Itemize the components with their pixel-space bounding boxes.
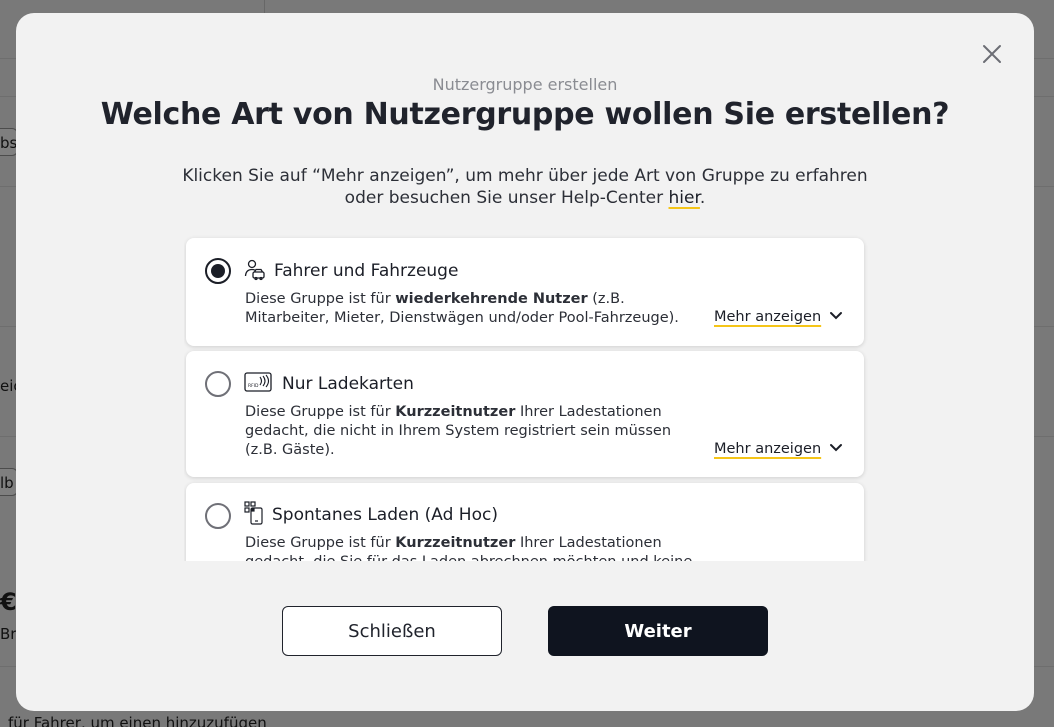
radio-unselected[interactable] xyxy=(205,371,231,397)
option-drivers-vehicles[interactable]: Fahrer und Fahrzeuge Diese Gruppe ist fü… xyxy=(186,238,864,346)
show-more-link[interactable]: Mehr anzeigen xyxy=(714,309,843,325)
close-icon[interactable] xyxy=(981,43,1003,65)
option-title: Nur Ladekarten xyxy=(282,374,414,394)
driver-car-icon xyxy=(244,259,266,285)
close-button[interactable]: Schließen xyxy=(282,606,502,656)
option-description: Diese Gruppe ist für Kurzzeitnutzer Ihre… xyxy=(245,535,692,561)
option-description: Diese Gruppe ist für wiederkehrende Nutz… xyxy=(245,291,679,326)
option-charging-cards-only[interactable]: RFID Nur Ladekarten Diese Gruppe ist für… xyxy=(186,351,864,477)
dialog-description: Klicken Sie auf “Mehr anzeigen”, um mehr… xyxy=(176,165,874,209)
dialog-title: Welche Art von Nutzergruppe wollen Sie e… xyxy=(100,97,950,132)
option-title: Fahrer und Fahrzeuge xyxy=(274,261,459,281)
radio-unselected[interactable] xyxy=(205,503,231,529)
qr-phone-icon xyxy=(244,501,264,529)
show-more-link[interactable]: Mehr anzeigen xyxy=(714,441,843,457)
radio-selected[interactable] xyxy=(205,258,231,284)
chevron-down-icon xyxy=(829,309,843,325)
svg-text:RFID: RFID xyxy=(248,383,259,389)
help-center-link[interactable]: hier xyxy=(669,188,700,208)
description-text: Klicken Sie auf “Mehr anzeigen”, um mehr… xyxy=(182,166,868,208)
option-ad-hoc-charging[interactable]: Spontanes Laden (Ad Hoc) Diese Gruppe is… xyxy=(186,483,864,561)
dialog-subtitle: Nutzergruppe erstellen xyxy=(432,75,618,94)
rfid-card-icon: RFID xyxy=(244,372,272,396)
chevron-down-icon xyxy=(829,441,843,457)
next-button[interactable]: Weiter xyxy=(548,606,768,656)
group-type-options: Fahrer und Fahrzeuge Diese Gruppe ist fü… xyxy=(184,235,868,561)
option-title: Spontanes Laden (Ad Hoc) xyxy=(272,505,498,525)
option-description: Diese Gruppe ist für Kurzzeitnutzer Ihre… xyxy=(245,404,672,458)
description-end: . xyxy=(699,188,706,208)
create-user-group-dialog: Nutzergruppe erstellen Welche Art von Nu… xyxy=(16,13,1034,711)
